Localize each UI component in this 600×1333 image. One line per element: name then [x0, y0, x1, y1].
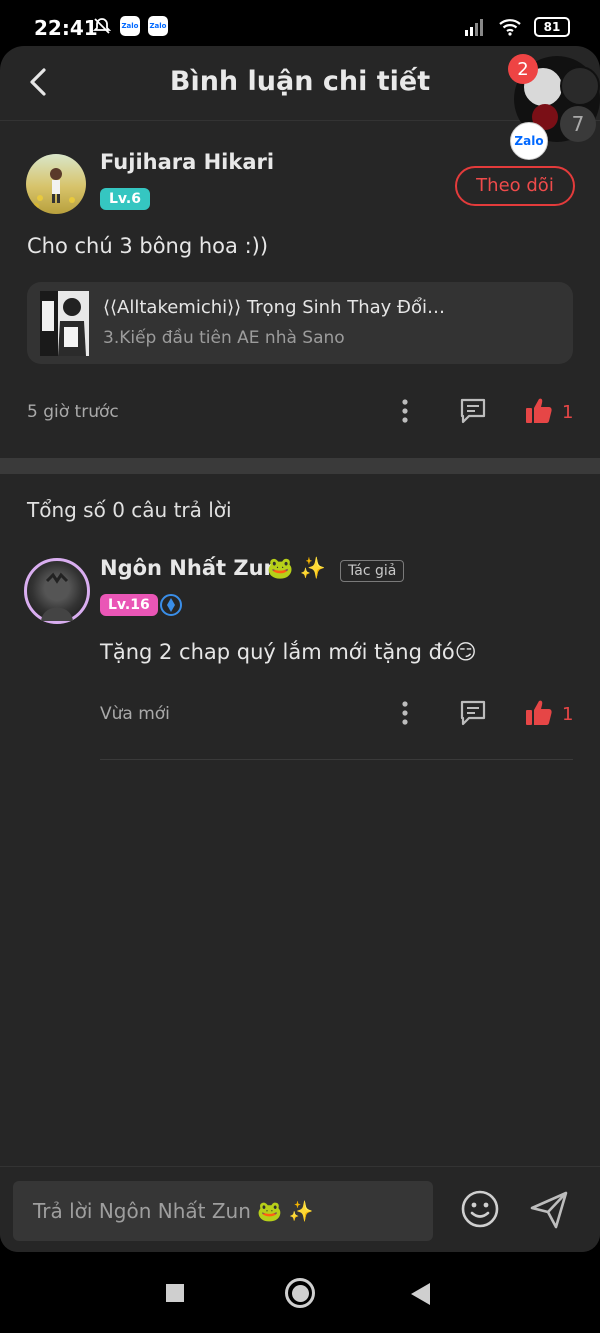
system-nav-bar	[0, 1252, 600, 1333]
notification-icons: Zalo Zalo	[92, 16, 168, 36]
follow-button[interactable]: Theo dõi	[455, 166, 575, 206]
verified-icon	[160, 594, 182, 616]
notification-badge: 2	[508, 54, 538, 84]
send-icon[interactable]	[528, 1189, 570, 1231]
avatar-frame-icon	[41, 572, 73, 621]
home-icon	[291, 1284, 309, 1302]
total-replies-label: Tổng số 0 câu trả lời	[27, 498, 232, 522]
story-link-card[interactable]: ⟨⟨Alltakemichi⟩⟩ Trọng Sinh Thay Đổi… 3.…	[27, 282, 573, 364]
zalo-notification-icon: Zalo	[120, 16, 140, 36]
avatar[interactable]	[26, 154, 86, 214]
bubble-count: 7	[560, 106, 596, 142]
comment-author-name[interactable]: Fujihara Hikari	[100, 150, 274, 174]
story-chapter: 3.Kiếp đầu tiên AE nhà Sano	[103, 328, 345, 348]
avatar[interactable]	[24, 558, 90, 624]
system-icons: 81	[464, 17, 570, 37]
home-button[interactable]	[285, 1278, 315, 1308]
comment-text: Cho chú 3 bông hoa :))	[27, 234, 269, 258]
zalo-icon: Zalo	[510, 122, 548, 160]
reply-divider	[100, 759, 573, 760]
thumbs-up-icon[interactable]	[524, 396, 554, 426]
reply-input[interactable]: Trả lời Ngôn Nhất Zun 🐸 ✨	[13, 1181, 433, 1241]
comment-timestamp: 5 giờ trước	[27, 402, 119, 422]
avatar	[560, 66, 600, 106]
reply-author-name[interactable]: Ngôn Nhất Zun	[100, 556, 278, 580]
reply-input-bar: Trả lời Ngôn Nhất Zun 🐸 ✨	[0, 1166, 600, 1252]
name-emoji: 🐸 ✨	[267, 556, 326, 580]
more-vertical-icon[interactable]	[392, 396, 418, 426]
signal-icon	[465, 19, 483, 36]
back-button[interactable]	[411, 1283, 430, 1305]
recents-button[interactable]	[166, 1284, 184, 1302]
like-count: 1	[562, 704, 574, 725]
avatar-image	[33, 168, 75, 209]
section-divider	[0, 458, 600, 474]
reply-bubble-icon[interactable]	[458, 698, 488, 728]
reply-timestamp: Vừa mới	[100, 704, 170, 724]
bell-muted-icon	[92, 18, 112, 34]
zalo-notification-icon: Zalo	[148, 16, 168, 36]
status-time: 22:41	[34, 16, 98, 40]
battery-indicator: 81	[534, 17, 570, 37]
level-badge: Lv.16	[100, 594, 158, 616]
story-title: ⟨⟨Alltakemichi⟩⟩ Trọng Sinh Thay Đổi…	[103, 297, 445, 318]
status-bar: 22:41 Zalo Zalo 81	[0, 0, 600, 52]
floating-chat-bubble[interactable]: 7 2 Zalo	[508, 54, 600, 160]
more-vertical-icon[interactable]	[392, 698, 418, 728]
level-badge: Lv.6	[100, 188, 150, 210]
wifi-icon	[499, 19, 521, 36]
story-cover-image	[40, 291, 89, 356]
reply-text: Tặng 2 chap quý lắm mới tặng đó😏	[100, 640, 477, 664]
thumbs-up-icon[interactable]	[524, 698, 554, 728]
like-count: 1	[562, 402, 574, 423]
comment-detail-screen: Bình luận chi tiết Fujihara Hikari Lv.6 …	[0, 46, 600, 1252]
reply-bubble-icon[interactable]	[458, 396, 488, 426]
author-tag: Tác giả	[340, 560, 405, 582]
emoji-icon[interactable]	[460, 1189, 500, 1229]
